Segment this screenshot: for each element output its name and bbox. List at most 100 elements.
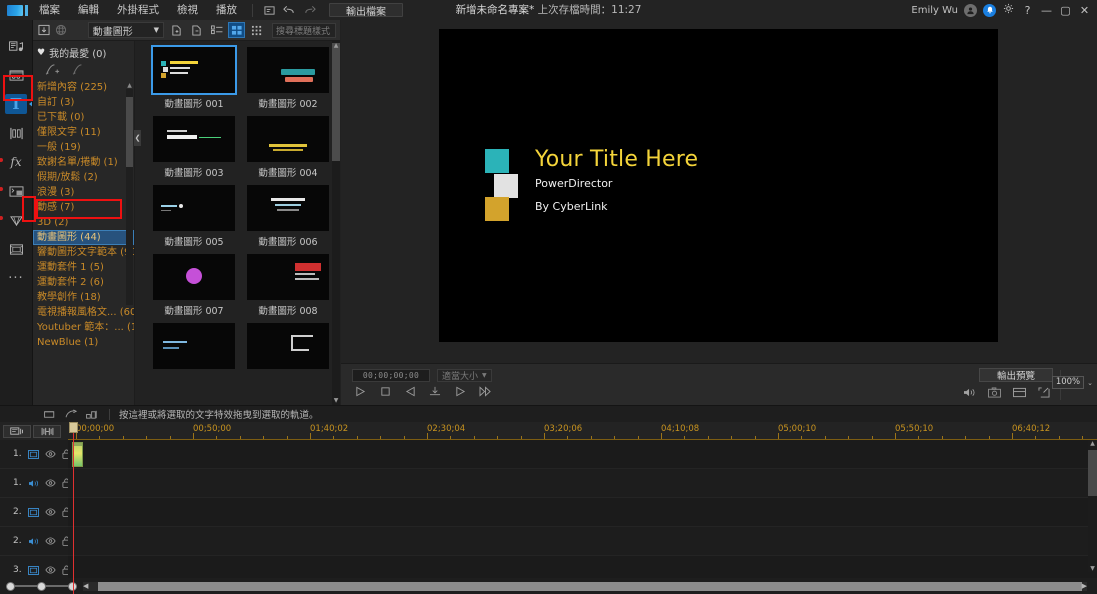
- maximize-button[interactable]: ▢: [1059, 4, 1072, 17]
- undo-icon[interactable]: [279, 0, 299, 20]
- template-thumbnail[interactable]: [153, 47, 235, 93]
- grid-view-icon[interactable]: [228, 22, 245, 38]
- template-item[interactable]: 動畫圖形 008: [241, 254, 335, 317]
- timeline-ruler[interactable]: 00;00;0000;50;0001;40;0202;30;0403;20;06…: [68, 422, 1097, 440]
- timecode-display[interactable]: 00;00;00;00: [352, 369, 430, 382]
- template-thumbnail[interactable]: [247, 323, 329, 369]
- tree-item[interactable]: 動畫圖形 (44): [33, 230, 134, 245]
- tree-scrollbar[interactable]: ▲: [126, 89, 133, 305]
- next-frame-icon[interactable]: [453, 384, 467, 398]
- template-item[interactable]: 動畫圖形 007: [147, 254, 241, 317]
- timeline-vertical-scrollbar[interactable]: ▲ ▼: [1088, 440, 1097, 572]
- tree-item[interactable]: 運動套件 2 (6): [33, 275, 134, 290]
- template-item[interactable]: 動畫圖形 005: [147, 185, 241, 248]
- tree-item[interactable]: 浪漫 (3): [33, 185, 134, 200]
- track-header[interactable]: 1.: [0, 440, 68, 469]
- export-file-button[interactable]: 輸出檔案: [329, 3, 403, 17]
- template-item[interactable]: 動畫圖形 001: [147, 47, 241, 110]
- list-view-icon[interactable]: [208, 22, 225, 38]
- fx-room-icon[interactable]: fx: [5, 152, 27, 172]
- notification-icon[interactable]: [983, 4, 996, 17]
- redo-icon[interactable]: [299, 0, 319, 20]
- timeline-vscroll-thumb[interactable]: [1088, 450, 1097, 496]
- track-row[interactable]: [68, 527, 1097, 556]
- tree-item[interactable]: 響動圖形文字範本 (90): [33, 245, 134, 260]
- crossfade-icon[interactable]: [86, 409, 100, 420]
- minimize-button[interactable]: —: [1040, 4, 1053, 17]
- media-room-icon[interactable]: [5, 36, 27, 56]
- audio-track-icon[interactable]: [28, 537, 39, 546]
- snap-icon[interactable]: [428, 384, 442, 398]
- effect-room-icon[interactable]: [5, 65, 27, 85]
- visibility-icon[interactable]: [45, 537, 56, 545]
- tree-item[interactable]: 僅限文字 (11): [33, 125, 134, 140]
- template-thumbnail[interactable]: [153, 185, 235, 231]
- template-thumbnail[interactable]: [247, 185, 329, 231]
- track-header[interactable]: 2.: [0, 527, 68, 556]
- template-thumbnail[interactable]: [153, 116, 235, 162]
- help-icon[interactable]: ?: [1021, 4, 1034, 17]
- tree-item[interactable]: NewBlue (1): [33, 335, 134, 350]
- snapshot-icon[interactable]: [987, 385, 1001, 399]
- preview-size-dropdown[interactable]: 適當大小 ▼: [437, 369, 492, 382]
- play-icon[interactable]: [353, 384, 367, 398]
- menu-plugins[interactable]: 外掛程式: [108, 0, 168, 20]
- insert-icon[interactable]: [44, 409, 58, 420]
- prev-frame-icon[interactable]: [403, 384, 417, 398]
- globe-icon[interactable]: [54, 22, 67, 39]
- favorites-row[interactable]: ♥ 我的最愛 (0): [33, 44, 134, 61]
- zoom-slider-thumb[interactable]: [37, 582, 46, 591]
- track-row[interactable]: [68, 469, 1097, 498]
- tree-item[interactable]: 假期/放鬆 (2): [33, 170, 134, 185]
- more-room-icon[interactable]: ···: [5, 268, 27, 288]
- track-row[interactable]: [68, 498, 1097, 527]
- stop-icon[interactable]: [378, 384, 392, 398]
- grid-scroll-up-icon[interactable]: ▲: [332, 42, 340, 49]
- close-button[interactable]: ✕: [1078, 4, 1091, 17]
- visibility-icon[interactable]: [45, 508, 56, 516]
- template-item[interactable]: 動畫圖形 003: [147, 116, 241, 179]
- template-item[interactable]: 動畫圖形 002: [241, 47, 335, 110]
- hscroll-thumb[interactable]: [98, 582, 1081, 591]
- template-item[interactable]: 動畫圖形 004: [241, 116, 335, 179]
- tree-item[interactable]: 致謝名單/捲動 (1): [33, 155, 134, 170]
- pip-room-icon[interactable]: [5, 181, 27, 201]
- menu-view[interactable]: 檢視: [168, 0, 207, 20]
- tree-scroll-up-icon[interactable]: ▲: [126, 82, 133, 89]
- tree-item[interactable]: Youtuber 範本：... (15): [33, 320, 134, 335]
- grid-scroll-down-icon[interactable]: ▼: [332, 397, 340, 404]
- chevron-down-icon[interactable]: ⌄: [1087, 379, 1093, 387]
- video-track-icon[interactable]: [28, 508, 39, 517]
- template-item[interactable]: [147, 323, 241, 372]
- zoom-out-handle[interactable]: [6, 582, 15, 591]
- fit-window-icon[interactable]: [259, 0, 279, 20]
- template-item[interactable]: [241, 323, 335, 372]
- overwrite-icon[interactable]: [65, 409, 79, 420]
- import-icon[interactable]: [37, 22, 50, 39]
- visibility-icon[interactable]: [45, 450, 56, 458]
- duplicate-icon[interactable]: [188, 22, 205, 38]
- template-thumbnail[interactable]: [153, 254, 235, 300]
- grid-scrollbar[interactable]: ▲ ▼: [332, 41, 340, 405]
- track-row[interactable]: [68, 440, 1097, 469]
- tree-scroll-thumb[interactable]: [126, 97, 133, 167]
- detail-view-icon[interactable]: [248, 22, 265, 38]
- menu-file[interactable]: 檔案: [30, 0, 69, 20]
- render-preview-button[interactable]: 輸出預覽: [979, 368, 1053, 382]
- panel-collapse-handle[interactable]: ❮: [134, 130, 141, 146]
- template-thumbnail[interactable]: [247, 254, 329, 300]
- video-preview-stage[interactable]: Your Title Here PowerDirector By CyberLi…: [439, 29, 998, 342]
- account-icon[interactable]: [964, 4, 977, 17]
- tree-item[interactable]: 已下載 (0): [33, 110, 134, 125]
- template-thumbnail[interactable]: [247, 116, 329, 162]
- video-track-icon[interactable]: [28, 450, 39, 459]
- transition-room-icon[interactable]: [5, 123, 27, 143]
- category-dropdown[interactable]: 動畫圖形 ▼: [88, 22, 164, 38]
- fullscreen-icon[interactable]: [1037, 385, 1051, 399]
- display-mode-icon[interactable]: [1012, 385, 1026, 399]
- grid-scroll-thumb[interactable]: [332, 43, 340, 161]
- template-thumbnail[interactable]: [247, 47, 329, 93]
- visibility-icon[interactable]: [45, 479, 56, 487]
- hscroll-right-icon[interactable]: ▶: [1082, 582, 1087, 590]
- menu-play[interactable]: 播放: [207, 0, 246, 20]
